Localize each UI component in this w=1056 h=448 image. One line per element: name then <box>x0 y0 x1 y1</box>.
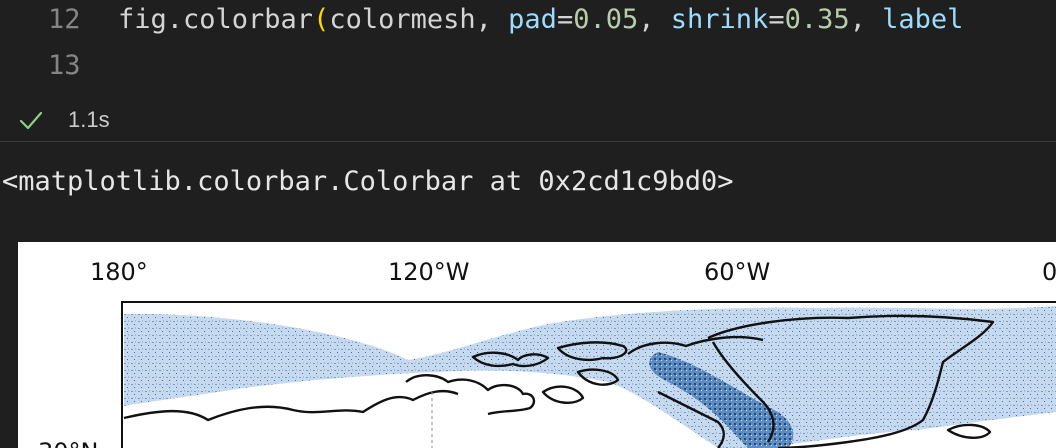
map-plot <box>121 301 1056 448</box>
output-divider <box>0 141 1056 142</box>
kwarg-shrink: shrink <box>670 4 769 35</box>
code-text[interactable]: fig.colorbar(colormesh, pad=0.05, shrink… <box>118 0 963 40</box>
lon-label-120w: 120°W <box>388 258 470 286</box>
line-number: 12 <box>48 4 81 35</box>
equals: = <box>768 4 785 35</box>
line-number: 13 <box>48 50 81 81</box>
equals: = <box>556 4 574 35</box>
cell-output-text[interactable]: <matplotlib.colorbar.Colorbar at 0x2cd1c… <box>2 164 734 200</box>
open-paren: ( <box>313 4 330 35</box>
cell-execution-status: 1.1s <box>0 100 1056 140</box>
arg-colormesh: colormesh <box>329 4 476 35</box>
separator: , <box>475 4 509 35</box>
map-figure[interactable]: 180° 120°W 60°W 0 30°N <box>18 242 1056 448</box>
function-name: fig.colorbar <box>118 4 314 35</box>
code-line-12[interactable]: 12 fig.colorbar(colormesh, pad=0.05, shr… <box>0 0 1056 40</box>
value-pad: 0.05 <box>573 4 639 35</box>
execution-duration: 1.1s <box>68 107 110 132</box>
kwarg-label: label <box>882 4 964 35</box>
code-line-13[interactable]: 13 <box>0 46 1056 86</box>
lon-label-0: 0 <box>1042 258 1056 286</box>
lat-label-30n: 30°N <box>38 438 99 448</box>
kwarg-pad: pad <box>508 4 557 35</box>
separator: , <box>638 4 671 35</box>
lon-label-60w: 60°W <box>704 258 771 286</box>
value-shrink: 0.35 <box>784 4 850 35</box>
separator: , <box>849 4 883 35</box>
lon-label-180: 180° <box>90 258 148 286</box>
check-icon <box>19 111 43 130</box>
